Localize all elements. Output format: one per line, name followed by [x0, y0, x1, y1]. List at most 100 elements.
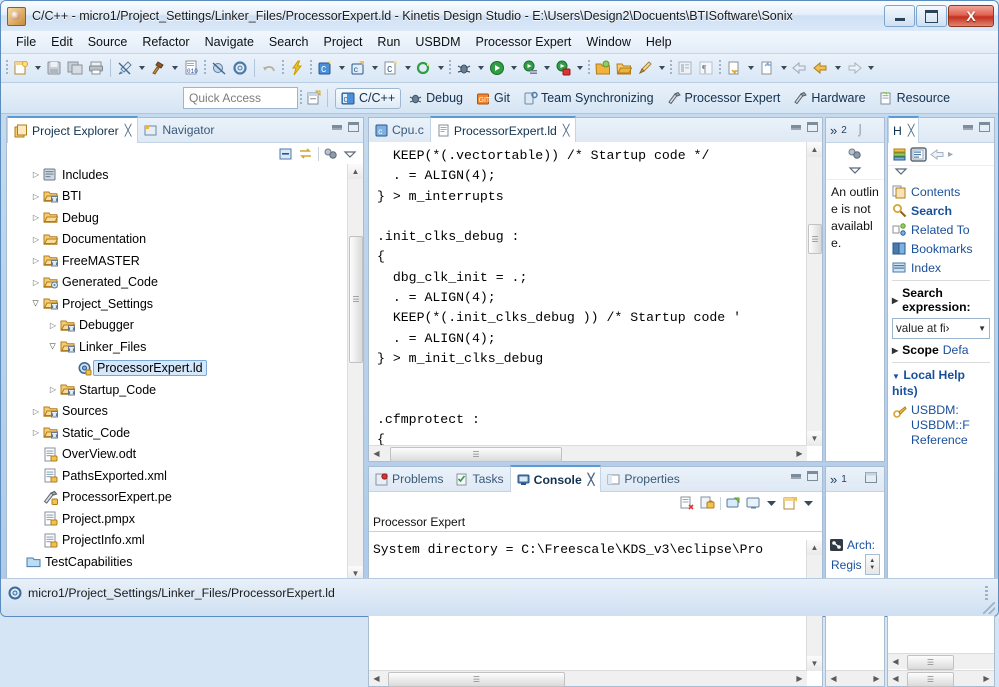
maximize-view-button[interactable]	[348, 122, 359, 132]
scroll-left-arrow[interactable]: ◀	[369, 449, 384, 458]
profile-icon[interactable]	[553, 58, 573, 78]
toolbar-grip-3[interactable]	[282, 60, 284, 76]
settings-gear-icon[interactable]	[230, 58, 250, 78]
hscroll-track[interactable]	[841, 672, 869, 685]
new-class-dropdown[interactable]	[402, 58, 413, 78]
scroll-thumb[interactable]: ☰	[808, 224, 822, 254]
scroll-right-arrow[interactable]: ▶	[979, 674, 994, 683]
hscroll-track[interactable]: ☰	[903, 672, 979, 687]
menu-file[interactable]: File	[9, 33, 43, 51]
hscroll-track[interactable]: ☰	[903, 655, 979, 670]
show-result-categories-icon[interactable]	[910, 146, 927, 162]
skip-breakpoints-icon[interactable]	[209, 58, 229, 78]
minimize-editor-button[interactable]	[791, 124, 801, 130]
menu-edit[interactable]: Edit	[44, 33, 80, 51]
hscroll-track[interactable]: ☰	[384, 672, 792, 687]
tree-item-processorexpert-ld[interactable]: ProcessorExpert.ld	[7, 358, 348, 380]
menu-usbdm[interactable]: USBDM	[408, 33, 467, 51]
show-all-topics-icon[interactable]	[892, 147, 907, 162]
chevron-down-icon[interactable]	[848, 164, 862, 176]
tab-cpu-c[interactable]: c Cpu.c	[369, 118, 430, 142]
forward-dropdown[interactable]	[865, 58, 876, 78]
forward-arrow-icon[interactable]	[844, 58, 864, 78]
previous-annotation-icon[interactable]	[757, 58, 777, 78]
scroll-left-arrow[interactable]: ◀	[369, 674, 384, 683]
paintbrush-icon[interactable]	[635, 58, 655, 78]
scroll-right-arrow[interactable]: ▶	[792, 449, 807, 458]
editor-hscrollbar[interactable]: ◀ ☰ ▶	[369, 445, 807, 462]
arch-hscrollbar[interactable]: ◀ ▶	[826, 670, 884, 686]
tree-item-linker-files[interactable]: ▷ Linker_Files	[7, 336, 348, 358]
scroll-left-arrow[interactable]: ◀	[826, 674, 841, 683]
search-expression-combo[interactable]: value at fi› ▼	[892, 318, 990, 339]
tree-item-documentation[interactable]: ▷ Documentation	[7, 229, 348, 251]
perspective-processor-expert[interactable]: Processor Expert	[661, 88, 787, 109]
toolbar-grip-7[interactable]	[670, 60, 672, 76]
toolbar-grip-8[interactable]	[719, 60, 721, 76]
profile-dropdown[interactable]	[574, 58, 585, 78]
tree-item-processorexpert-pe[interactable]: ProcessorExpert.pe	[7, 487, 348, 509]
tree-item-debug[interactable]: ▷ Debug	[7, 207, 348, 229]
new-file-dropdown[interactable]	[32, 58, 43, 78]
tab-properties[interactable]: Properties	[601, 467, 686, 491]
debug-dropdown[interactable]	[475, 58, 486, 78]
show-console-icon[interactable]	[726, 496, 741, 511]
console-output[interactable]: System directory = C:\Freescale\KDS_v3\e…	[369, 540, 822, 559]
maximize-view-button[interactable]	[979, 122, 990, 132]
new-cpp-project-dropdown[interactable]	[369, 58, 380, 78]
back-history-dropdown[interactable]	[832, 58, 843, 78]
tree-expander-collapsed[interactable]: ▷	[30, 428, 42, 437]
project-tree-scrollbar[interactable]: ▲ ☰ ▼	[347, 164, 363, 581]
perspective-resource[interactable]: Resource	[873, 88, 957, 109]
tab-help[interactable]: H ╳	[888, 116, 920, 143]
chevron-down-icon-2[interactable]	[803, 497, 815, 509]
chevron-down-icon[interactable]	[894, 166, 908, 177]
tab-processorexpert-ld[interactable]: ProcessorExpert.ld ╳	[429, 116, 577, 143]
menu-help[interactable]: Help	[639, 33, 679, 51]
open-folder-icon[interactable]	[614, 58, 634, 78]
tab-problems[interactable]: Problems	[369, 467, 449, 491]
help-link-index[interactable]: Index	[888, 258, 994, 277]
binary-file-icon[interactable]: 010	[181, 58, 201, 78]
minimize-view-button[interactable]	[963, 124, 973, 130]
tree-item-projectinfo-xml[interactable]: ProjectInfo.xml	[7, 530, 348, 552]
maximize-editor-button[interactable]	[807, 122, 818, 132]
debug-bug-icon[interactable]	[454, 58, 474, 78]
scope-value[interactable]: Defa	[943, 343, 969, 357]
tree-item-debugger[interactable]: ▷ Debugger	[7, 315, 348, 337]
tree-item-project-settings[interactable]: ▷ Project_Settings	[7, 293, 348, 315]
tree-item-freemaster[interactable]: ▷ FreeMASTER	[7, 250, 348, 272]
menu-processor-expert[interactable]: Processor Expert	[469, 33, 579, 51]
help-hscrollbar-outer[interactable]: ◀ ☰ ▶	[888, 670, 994, 687]
overflow-label[interactable]: »	[830, 123, 837, 138]
forward-arrow-icon[interactable]: ▸	[948, 149, 953, 160]
menu-source[interactable]: Source	[81, 33, 135, 51]
next-annotation-icon[interactable]	[724, 58, 744, 78]
new-cpp-project-icon[interactable]: c	[348, 58, 368, 78]
back-history-icon[interactable]	[811, 58, 831, 78]
lightning-icon[interactable]	[287, 58, 307, 78]
tree-expander-collapsed[interactable]: ▷	[47, 385, 59, 394]
scroll-thumb[interactable]: ☰	[349, 236, 363, 363]
maximize-button[interactable]	[916, 5, 947, 27]
tree-expander-expanded[interactable]: ▷	[30, 299, 42, 308]
scroll-up-arrow[interactable]: ▲	[348, 164, 363, 179]
back-arrow-icon[interactable]	[790, 58, 810, 78]
clear-console-icon[interactable]	[680, 496, 695, 511]
collapse-all-icon[interactable]	[278, 146, 294, 162]
view-menu-icon[interactable]	[323, 146, 339, 162]
help-hscrollbar-inner[interactable]: ◀ ☰	[888, 653, 994, 670]
menu-search[interactable]: Search	[262, 33, 316, 51]
tab-navigator[interactable]: Navigator	[138, 118, 220, 142]
new-c-project-dropdown[interactable]	[336, 58, 347, 78]
menu-navigate[interactable]: Navigate	[198, 33, 261, 51]
scroll-down-arrow[interactable]: ▼	[807, 431, 822, 446]
minimize-view-button[interactable]	[332, 124, 342, 130]
resize-grip[interactable]	[983, 602, 995, 614]
new-file-icon[interactable]	[11, 58, 31, 78]
hscroll-track[interactable]: ☰	[384, 447, 792, 462]
new-class-icon[interactable]: C	[381, 58, 401, 78]
hscroll-thumb[interactable]: ☰	[388, 672, 565, 687]
scroll-right-arrow[interactable]: ▶	[792, 674, 807, 683]
minimize-button[interactable]	[884, 5, 915, 27]
